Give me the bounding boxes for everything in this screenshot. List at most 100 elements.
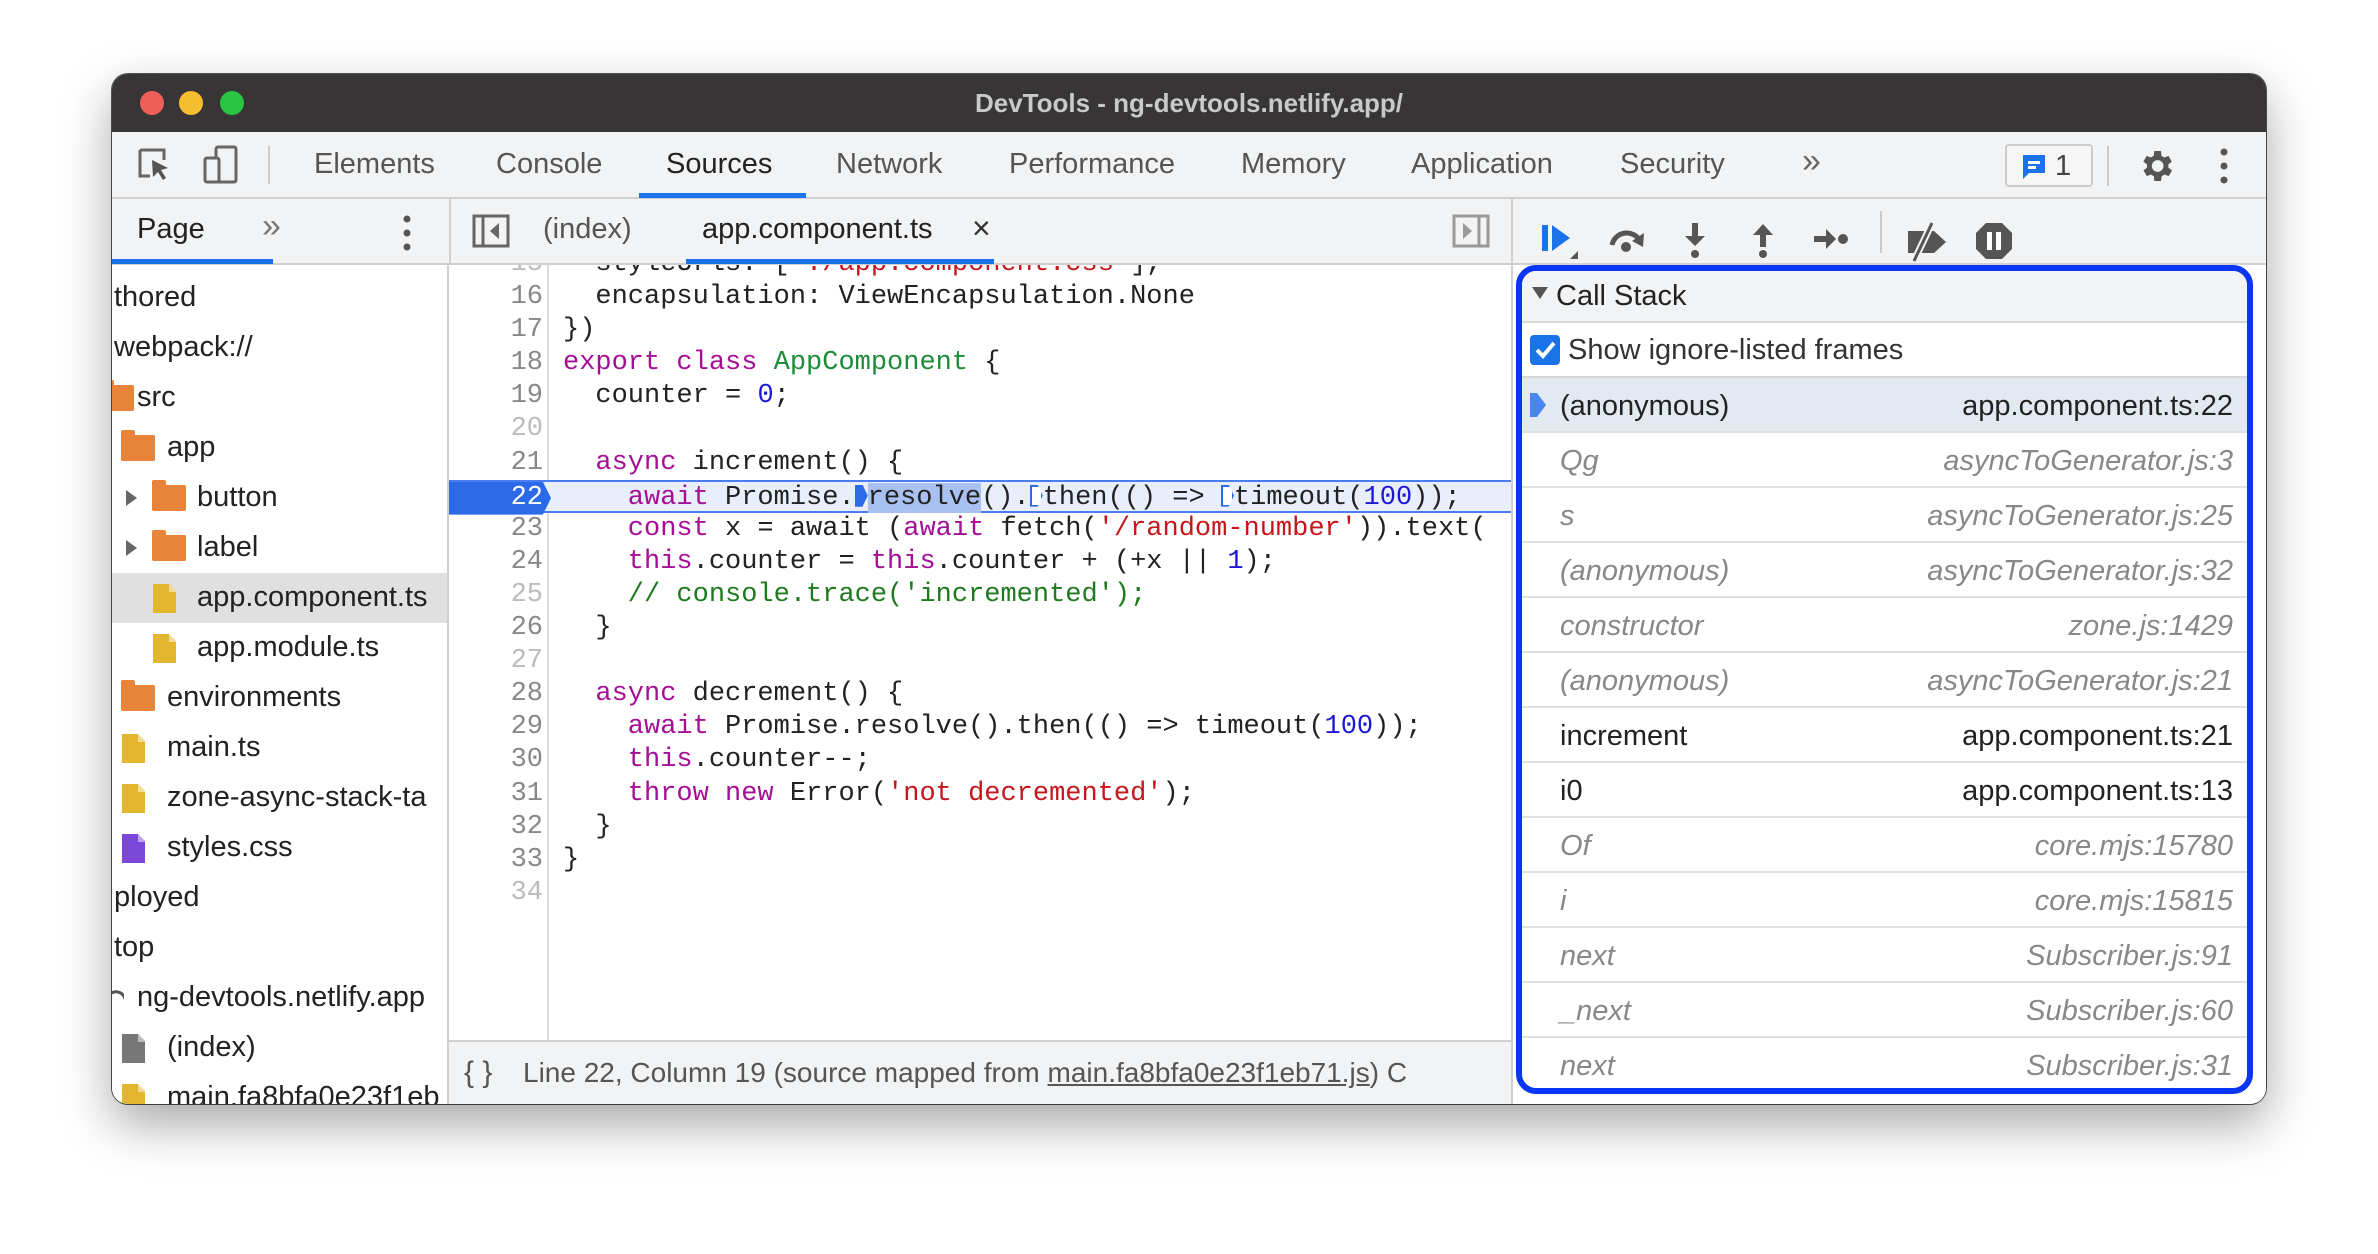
code-line[interactable]: 20 xyxy=(449,413,1511,446)
line-number[interactable]: 20 xyxy=(449,413,543,446)
tree-item[interactable]: main.ts xyxy=(112,723,447,773)
tab-security[interactable]: Security xyxy=(1620,148,1725,181)
tab-memory[interactable]: Memory xyxy=(1241,148,1346,181)
device-toolbar-icon[interactable] xyxy=(202,144,240,186)
tree-item[interactable]: app xyxy=(112,423,447,473)
tree-item[interactable]: styles.css xyxy=(112,823,447,873)
code-line[interactable]: 17}) xyxy=(449,314,1511,347)
tree-item[interactable]: zone-async-stack-ta xyxy=(112,773,447,823)
line-number[interactable]: 22 xyxy=(449,481,551,515)
step-into-icon[interactable] xyxy=(1680,221,1710,259)
code-line[interactable]: 22 await Promise. resolve(). then(() => ti… xyxy=(449,479,1511,515)
frame-location[interactable]: Subscriber.js:31 xyxy=(2026,1050,2233,1083)
frame-location[interactable]: app.component.ts:21 xyxy=(1962,720,2233,753)
navigator-tab-page[interactable]: Page xyxy=(137,213,205,246)
call-frame[interactable]: (anonymous) asyncToGenerator.js:21 xyxy=(1522,653,2247,708)
tree-item[interactable]: main.fa8bfa0e23f1eb xyxy=(112,1073,447,1104)
tree-item[interactable]: (index) xyxy=(112,1023,447,1073)
frame-location[interactable]: app.component.ts:13 xyxy=(1962,775,2233,808)
resume-icon[interactable] xyxy=(1538,221,1582,261)
call-frame[interactable]: Of core.mjs:15780 xyxy=(1522,818,2247,873)
call-frame[interactable]: Qg asyncToGenerator.js:3 xyxy=(1522,433,2247,488)
code-line[interactable]: 30 this.counter--; xyxy=(449,744,1511,777)
tree-item[interactable]: app.component.ts xyxy=(112,573,447,623)
line-number[interactable]: 31 xyxy=(449,778,543,811)
call-frame[interactable]: i core.mjs:15815 xyxy=(1522,873,2247,928)
more-tabs-button[interactable]: » xyxy=(1802,142,1821,181)
frame-location[interactable]: core.mjs:15780 xyxy=(2035,830,2233,863)
call-frame[interactable]: next Subscriber.js:91 xyxy=(1522,928,2247,983)
code-line[interactable]: 27 xyxy=(449,645,1511,678)
code-line[interactable]: 26 } xyxy=(449,612,1511,645)
line-number[interactable]: 24 xyxy=(449,546,543,579)
inline-breakpoint-icon[interactable] xyxy=(854,484,868,507)
tree-item[interactable]: environments xyxy=(112,673,447,723)
frame-location[interactable]: Subscriber.js:91 xyxy=(2026,940,2233,973)
code-line[interactable]: 23 const x = await (await fetch('/random… xyxy=(449,513,1511,546)
step-over-icon[interactable] xyxy=(1606,221,1650,257)
frame-location[interactable]: asyncToGenerator.js:25 xyxy=(1927,500,2233,533)
more-navigator-tabs[interactable]: » xyxy=(262,207,281,246)
step-out-icon[interactable] xyxy=(1748,221,1778,259)
tree-item[interactable]: ng-devtools.netlify.app xyxy=(112,973,447,1023)
line-number[interactable]: 27 xyxy=(449,645,543,678)
toggle-navigator-icon[interactable] xyxy=(472,214,510,248)
source-map-link[interactable]: main.fa8bfa0e23f1eb71.js xyxy=(1048,1057,1370,1088)
kebab-menu-icon[interactable] xyxy=(2218,146,2230,186)
call-frame[interactable]: constructor zone.js:1429 xyxy=(1522,598,2247,653)
step-icon[interactable] xyxy=(1812,221,1852,257)
line-number[interactable]: 19 xyxy=(449,380,543,413)
tree-item[interactable]: label xyxy=(112,523,447,573)
code-editor[interactable]: 15 styleUrls: ['./app.component.css'],16… xyxy=(449,265,1511,1040)
frame-location[interactable]: asyncToGenerator.js:32 xyxy=(1927,555,2233,588)
tab-application[interactable]: Application xyxy=(1411,148,1553,181)
line-number[interactable]: 25 xyxy=(449,579,543,612)
show-ignore-listed-checkbox-row[interactable]: Show ignore-listed frames xyxy=(1522,323,2247,378)
code-line[interactable]: 29 await Promise.resolve().then(() => ti… xyxy=(449,711,1511,744)
expand-arrow-icon[interactable] xyxy=(126,540,137,556)
line-number[interactable]: 17 xyxy=(449,314,543,347)
toggle-debugger-icon[interactable] xyxy=(1452,214,1490,248)
line-number[interactable]: 34 xyxy=(449,877,543,910)
call-frame[interactable]: s asyncToGenerator.js:25 xyxy=(1522,488,2247,543)
tree-item[interactable]: src xyxy=(112,373,447,423)
tab-sources[interactable]: Sources xyxy=(666,148,772,181)
line-number[interactable]: 15 xyxy=(449,265,543,281)
line-number[interactable]: 23 xyxy=(449,513,543,546)
code-line[interactable]: 32 } xyxy=(449,811,1511,844)
call-frame[interactable]: increment app.component.ts:21 xyxy=(1522,708,2247,763)
call-frame[interactable]: (anonymous) asyncToGenerator.js:32 xyxy=(1522,543,2247,598)
line-number[interactable]: 28 xyxy=(449,678,543,711)
code-line[interactable]: 34 xyxy=(449,877,1511,910)
code-line[interactable]: 25 // console.trace('incremented'); xyxy=(449,579,1511,612)
editor-tab-index[interactable]: (index) xyxy=(543,213,632,246)
frame-location[interactable]: app.component.ts:22 xyxy=(1962,390,2233,423)
frame-location[interactable]: asyncToGenerator.js:3 xyxy=(1943,445,2233,478)
line-number[interactable]: 32 xyxy=(449,811,543,844)
line-number[interactable]: 26 xyxy=(449,612,543,645)
line-number[interactable]: 29 xyxy=(449,711,543,744)
frame-location[interactable]: asyncToGenerator.js:21 xyxy=(1927,665,2233,698)
expand-arrow-icon[interactable] xyxy=(126,490,137,506)
tree-item[interactable]: webpack:// xyxy=(112,323,447,373)
code-line[interactable]: 16 encapsulation: ViewEncapsulation.None xyxy=(449,281,1511,314)
line-number[interactable]: 18 xyxy=(449,347,543,380)
code-line[interactable]: 21 async increment() { xyxy=(449,447,1511,480)
call-frame[interactable]: _next Subscriber.js:60 xyxy=(1522,983,2247,1038)
code-line[interactable]: 33} xyxy=(449,844,1511,877)
code-line[interactable]: 18 export class AppComponent { xyxy=(449,347,1511,380)
tree-item[interactable]: app.module.ts xyxy=(112,623,447,673)
frame-location[interactable]: zone.js:1429 xyxy=(2069,610,2233,643)
call-stack-header[interactable]: Call Stack xyxy=(1522,271,2247,323)
frame-location[interactable]: Subscriber.js:60 xyxy=(2026,995,2233,1028)
navigator-menu-icon[interactable] xyxy=(401,213,413,253)
inspect-element-icon[interactable] xyxy=(136,146,172,184)
checkbox-checked-icon[interactable] xyxy=(1530,335,1560,365)
code-line[interactable]: 19 counter = 0; xyxy=(449,380,1511,413)
deactivate-breakpoints-icon[interactable] xyxy=(1902,221,1952,263)
issues-badge-button[interactable]: 1 xyxy=(2005,144,2093,187)
close-tab-icon[interactable]: × xyxy=(972,210,991,247)
code-line[interactable]: 31 throw new Error('not decremented'); xyxy=(449,778,1511,811)
tree-item[interactable]: ployed xyxy=(112,873,447,923)
tab-elements[interactable]: Elements xyxy=(314,148,435,181)
